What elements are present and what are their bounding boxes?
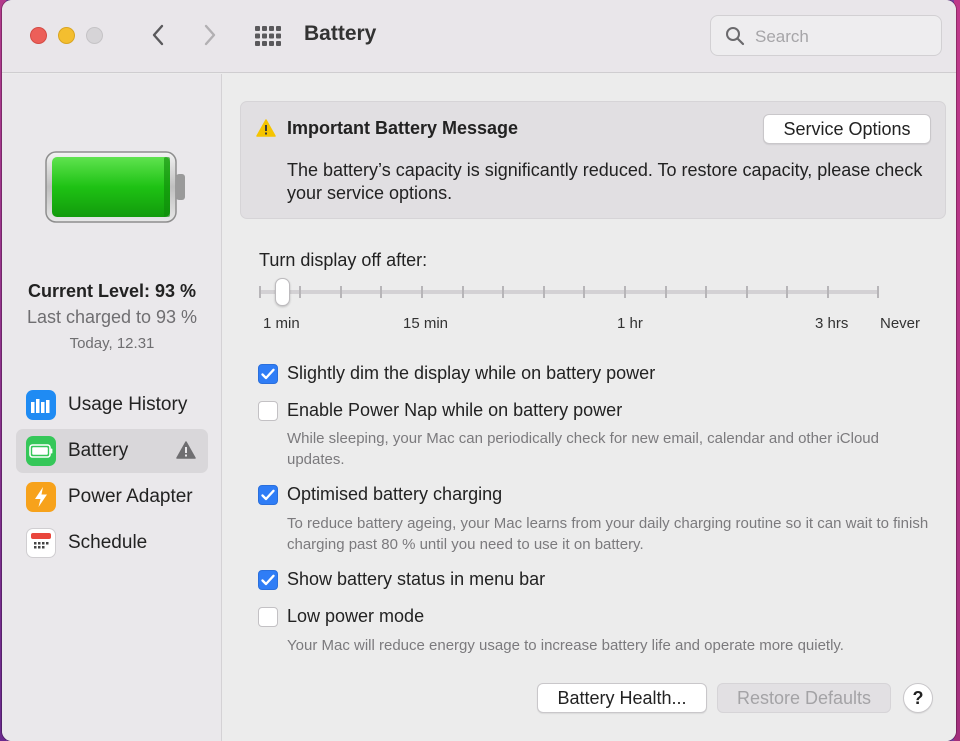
search-input[interactable] <box>755 25 930 49</box>
slider-tick <box>877 286 879 298</box>
battery-level-icon <box>45 151 185 223</box>
display-off-label: Turn display off after: <box>259 250 428 270</box>
option-label: Show battery status in menu bar <box>287 569 546 589</box>
search-icon <box>726 27 745 46</box>
sidebar: Current Level: 93 % Last charged to 93 %… <box>2 74 222 741</box>
option-label: Enable Power Nap while on battery power <box>287 400 623 420</box>
back-button[interactable] <box>144 20 172 50</box>
menu-bar-status-checkbox[interactable] <box>258 570 278 590</box>
slider-tick <box>543 286 545 298</box>
calendar-icon <box>26 528 56 558</box>
optimised-charging-checkbox[interactable] <box>258 485 278 505</box>
last-charged-time: Today, 12.31 <box>69 335 155 352</box>
sidebar-item-label: Power Adapter <box>68 486 193 507</box>
zoom-window-button[interactable] <box>86 27 103 44</box>
dim-display-checkbox[interactable] <box>258 364 278 384</box>
sidebar-item-schedule[interactable]: Schedule <box>16 521 208 565</box>
option-label: Low power mode <box>287 606 425 626</box>
low-power-mode-description: Your Mac will reduce energy usage to inc… <box>287 637 844 654</box>
help-button[interactable]: ? <box>903 683 933 713</box>
sidebar-item-label: Usage History <box>68 394 188 415</box>
battery-icon <box>26 436 56 466</box>
slider-tick-label: 3 hrs <box>815 315 849 332</box>
slider-tick <box>421 286 423 298</box>
sidebar-item-power-adapter[interactable]: Power Adapter <box>16 475 208 519</box>
restore-defaults-button[interactable]: Restore Defaults <box>717 683 891 713</box>
slider-tick <box>340 286 342 298</box>
warning-icon <box>256 119 276 137</box>
slider-tick <box>827 286 829 298</box>
slider-tick <box>624 286 626 298</box>
message-title: Important Battery Message <box>287 118 519 138</box>
chevron-left-icon <box>152 24 164 46</box>
service-options-button[interactable]: Service Options <box>763 114 931 144</box>
slider-tick-label: Never <box>880 315 921 332</box>
search-field[interactable] <box>710 15 942 56</box>
preferences-window: Battery Current Level: 93 <box>2 0 956 741</box>
option-label: Slightly dim the display while on batter… <box>287 363 656 383</box>
forward-button[interactable] <box>196 20 224 50</box>
lightning-icon <box>26 482 56 512</box>
slider-tick <box>583 286 585 298</box>
current-level-text: Current Level: 93 % <box>27 281 197 301</box>
window-title: Battery <box>304 22 377 45</box>
power-nap-description: While sleeping, your Mac can periodicall… <box>287 430 879 468</box>
message-body: The battery’s capacity is significantly … <box>287 160 923 203</box>
slider-tick-label: 15 min <box>403 315 449 332</box>
slider-tick <box>746 286 748 298</box>
slider-tick-label: 1 min <box>263 315 300 332</box>
slider-tick <box>299 286 301 298</box>
grid-icon <box>255 26 281 46</box>
slider-tick-label: 1 hr <box>617 315 643 332</box>
battery-settings-pane: Important Battery Message Service Option… <box>223 74 956 741</box>
minimize-window-button[interactable] <box>58 27 75 44</box>
chevron-right-icon <box>204 24 216 46</box>
last-charged-text: Last charged to 93 % <box>26 307 198 327</box>
slider-tick <box>786 286 788 298</box>
title-bar: Battery <box>2 0 956 73</box>
sidebar-item-label: Battery <box>68 440 129 461</box>
slider-tick <box>462 286 464 298</box>
option-label: Optimised battery charging <box>287 484 503 504</box>
sidebar-item-usage-history[interactable]: Usage History <box>16 383 208 427</box>
checkmark-icon <box>261 489 275 501</box>
low-power-mode-checkbox[interactable] <box>258 607 278 627</box>
sidebar-item-label: Schedule <box>68 532 148 553</box>
sidebar-item-battery[interactable]: Battery <box>16 429 208 473</box>
bar-chart-icon <box>26 390 56 420</box>
warning-icon <box>176 441 196 459</box>
close-window-button[interactable] <box>30 27 47 44</box>
show-all-button[interactable] <box>252 22 282 50</box>
power-nap-checkbox[interactable] <box>258 401 278 421</box>
checkmark-icon <box>261 574 275 586</box>
checkmark-icon <box>261 368 275 380</box>
slider-tick <box>380 286 382 298</box>
slider-tick <box>665 286 667 298</box>
battery-message-box: Important Battery Message Service Option… <box>240 101 946 219</box>
slider-tick <box>502 286 504 298</box>
display-off-slider-thumb[interactable] <box>275 278 290 306</box>
slider-tick <box>705 286 707 298</box>
battery-health-button[interactable]: Battery Health... <box>537 683 707 713</box>
optimised-charging-description: To reduce battery ageing, your Mac learn… <box>287 515 929 553</box>
slider-tick <box>259 286 261 298</box>
